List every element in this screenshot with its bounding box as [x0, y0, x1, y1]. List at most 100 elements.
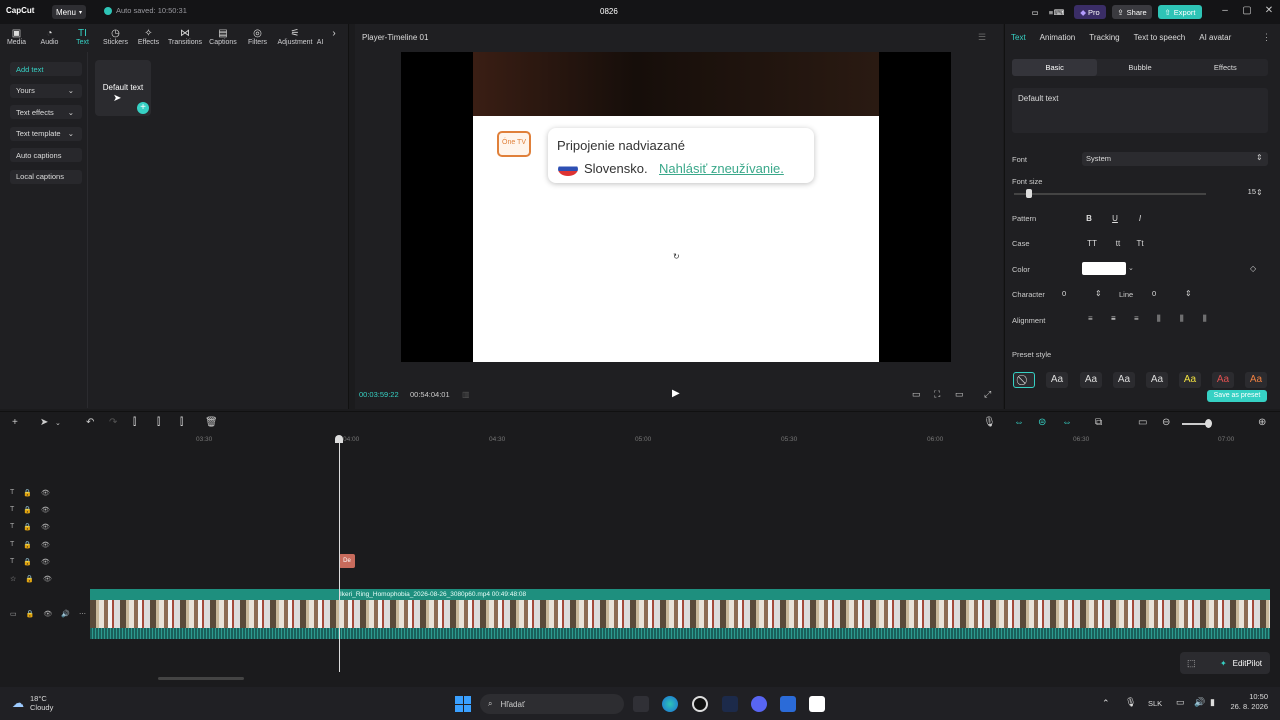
tab-captions[interactable]: ▤ Captions [205, 24, 241, 52]
updown-icon[interactable]: ⇕ [1256, 153, 1263, 162]
keyframe-icon[interactable]: ◇ [1250, 264, 1256, 273]
underline-button[interactable]: U [1108, 212, 1122, 226]
track-controls[interactable]: T 🔒 👁 [10, 541, 50, 549]
audio-waveform[interactable] [90, 628, 1270, 639]
font-select[interactable]: System [1082, 152, 1268, 166]
line-spacing-value[interactable]: 0 [1152, 289, 1156, 298]
stepper-icon[interactable]: ⇕ [1256, 188, 1263, 197]
split-icon[interactable]: ⫿ [133, 417, 136, 428]
zoom-fit-icon[interactable]: ⊕ [1258, 417, 1266, 428]
app-icon[interactable] [780, 696, 796, 712]
ratio-icon[interactable]: ▭ [955, 389, 964, 400]
video-clip-thumbnails[interactable] [90, 600, 1270, 628]
zoom-out-icon[interactable]: ⊖ [1162, 417, 1170, 428]
more-tabs-icon[interactable]: ⋮ [1262, 32, 1271, 43]
project-title[interactable]: 0826 [600, 7, 618, 16]
video-clip-header[interactable] [90, 589, 1270, 600]
tab-text[interactable]: Text [1011, 33, 1026, 42]
align-vertical-top-icon[interactable]: ⫼ [1157, 314, 1161, 324]
delete-icon[interactable]: 🗑 [205, 417, 218, 428]
layout-icon[interactable]: ▭ [1028, 5, 1042, 19]
volume-icon[interactable]: 🔊 [1194, 697, 1205, 708]
weather-widget[interactable]: ☁ 18°C Cloudy [12, 694, 53, 712]
pro-button[interactable]: ◆ Pro [1074, 5, 1106, 19]
split-right-icon[interactable]: ⫿ [180, 417, 183, 428]
add-track-icon[interactable]: + [12, 417, 18, 428]
tab-adjustment[interactable]: ⚟ Adjustment [274, 24, 316, 52]
side-item-text-template[interactable]: Text template ⌄ [10, 126, 82, 141]
font-size-value[interactable]: 15 [1228, 187, 1256, 201]
tab-ai[interactable]: AI [316, 24, 324, 52]
network-icon[interactable]: ▭ [1176, 697, 1185, 708]
text-clip-marker[interactable]: De [339, 554, 355, 568]
tab-text[interactable]: TI Text [66, 24, 99, 52]
subtab-basic[interactable]: Basic [1012, 59, 1098, 76]
font-size-slider[interactable] [1014, 193, 1206, 195]
tab-media[interactable]: ▣ Media [0, 24, 33, 52]
color-swatch[interactable] [1082, 262, 1126, 275]
preset-style[interactable]: Aa [1046, 372, 1068, 388]
app-icon[interactable] [692, 696, 708, 712]
system-clock[interactable]: 10:50 26. 8. 2026 [1222, 692, 1268, 712]
language-indicator[interactable]: SLK [1148, 699, 1162, 708]
text-content-input[interactable]: Default text [1012, 88, 1268, 133]
preset-style[interactable]: Aa [1113, 372, 1135, 388]
side-item-local-captions[interactable]: Local captions [10, 169, 82, 184]
align-left-icon[interactable]: ≡ [1088, 314, 1093, 323]
track-controls[interactable]: ▭ 🔒 👁 🔊 ⋯ [10, 610, 86, 618]
side-item-yours[interactable]: Yours ⌄ [10, 83, 82, 98]
tab-stickers[interactable]: ◷ Stickers [99, 24, 132, 52]
chevron-down-icon[interactable]: ⌄ [55, 419, 61, 427]
track-controls[interactable]: T 🔒 👁 [10, 489, 50, 497]
track-controls[interactable]: T 🔒 👁 [10, 506, 50, 514]
pointer-box-icon[interactable]: ⬚ [1187, 658, 1196, 669]
timecode-grid-icon[interactable]: ▥ [462, 390, 470, 399]
tab-text-to-speech[interactable]: Text to speech [1134, 33, 1186, 42]
track-controls[interactable]: T 🔒 👁 [10, 523, 50, 531]
preset-none[interactable]: ⃠ [1013, 372, 1035, 388]
link-icon[interactable]: ⊜ [1038, 417, 1046, 428]
file-explorer-icon[interactable] [633, 696, 649, 712]
preset-style[interactable]: Aa [1212, 372, 1234, 388]
chevron-up-icon[interactable]: ⌃ [1102, 698, 1110, 709]
redo-icon[interactable]: ↷ [109, 417, 117, 428]
zoom-handle[interactable] [1205, 419, 1212, 428]
capcut-taskbar-icon[interactable] [809, 696, 825, 712]
preview-axis-icon[interactable]: ⇔ [1062, 417, 1072, 428]
tab-filters[interactable]: ◎ Filters [241, 24, 274, 52]
battery-icon[interactable]: ▮ [1210, 697, 1215, 708]
tab-effects[interactable]: ✧ Effects [132, 24, 165, 52]
align-vertical-middle-icon[interactable]: ⫼ [1180, 314, 1184, 324]
maximize-icon[interactable]: ▢ [1240, 5, 1254, 16]
preset-style[interactable]: Aa [1245, 372, 1267, 388]
bold-button[interactable]: B [1082, 212, 1096, 226]
timeline-scrollbar[interactable] [158, 677, 244, 680]
side-item-add-text[interactable]: Add text [10, 62, 82, 76]
fit-icon[interactable]: ▭ [912, 389, 921, 400]
menu-lines-icon[interactable]: ☰ [978, 32, 986, 43]
tab-transitions[interactable]: ⋈ Transitions [165, 24, 205, 52]
close-icon[interactable]: ✕ [1262, 5, 1276, 16]
uppercase-button[interactable]: TT [1084, 237, 1100, 251]
crop-icon[interactable]: ⛶ [934, 389, 940, 400]
stepper-icon[interactable]: ⇕ [1095, 289, 1102, 298]
side-item-text-effects[interactable]: Text effects ⌄ [10, 105, 82, 119]
tab-tracking[interactable]: Tracking [1089, 33, 1119, 42]
fullscreen-icon[interactable]: ⤢ [984, 389, 991, 400]
playhead-handle[interactable] [335, 435, 343, 443]
windows-start-icon[interactable] [455, 696, 471, 712]
titlecase-button[interactable]: Tt [1132, 237, 1148, 251]
app-icon[interactable] [722, 696, 738, 712]
microphone-icon[interactable]: 🎙 [1125, 697, 1136, 708]
compound-icon[interactable]: ⧉ [1095, 417, 1102, 428]
menu-button[interactable]: Menu ▾ [52, 5, 86, 19]
split-left-icon[interactable]: ⫿ [157, 417, 160, 428]
chevron-down-icon[interactable]: ⌄ [1128, 264, 1134, 272]
subtab-bubble[interactable]: Bubble [1097, 59, 1182, 76]
align-vertical-bottom-icon[interactable]: ⫼ [1203, 314, 1207, 324]
rotate-handle-icon[interactable]: ↻ [673, 252, 680, 261]
lowercase-button[interactable]: tt [1110, 237, 1126, 251]
preset-style[interactable]: Aa [1179, 372, 1201, 388]
select-tool-icon[interactable]: ➤ [40, 417, 48, 428]
snap-icon[interactable]: ⇔ [1014, 417, 1024, 428]
